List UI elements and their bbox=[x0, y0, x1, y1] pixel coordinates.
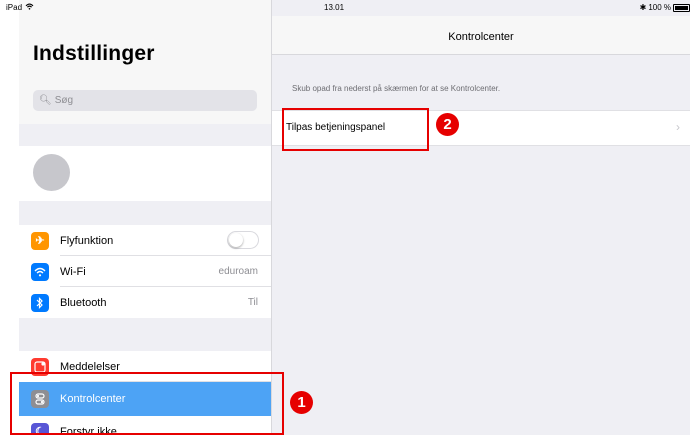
sidebar-item-label: Bluetooth bbox=[60, 296, 107, 309]
avatar bbox=[33, 154, 70, 191]
wifi-value: eduroam bbox=[218, 266, 258, 277]
sidebar-item-flyfunktion[interactable]: ✈ Flyfunktion bbox=[19, 225, 271, 256]
sidebar-item-label: Meddelelser bbox=[60, 360, 120, 373]
wifi-icon bbox=[31, 262, 49, 281]
status-device: iPad bbox=[6, 3, 34, 12]
hint-text: Skub opad fra nederst på skærmen for at … bbox=[292, 84, 501, 93]
page-title: Kontrolcenter bbox=[448, 31, 514, 43]
step-badge-2: 2 bbox=[436, 113, 459, 136]
detail-pane: Kontrolcenter Skub opad fra nederst på s… bbox=[272, 0, 690, 435]
search-placeholder: Søg bbox=[54, 95, 74, 106]
bluetooth-icon bbox=[31, 293, 49, 312]
chevron-right-icon: › bbox=[676, 120, 680, 134]
search-icon: 🔍︎ bbox=[39, 95, 52, 106]
battery-percent: 100 % bbox=[648, 3, 671, 12]
section-spacer bbox=[19, 124, 271, 146]
wifi-status-icon bbox=[25, 3, 34, 12]
status-time: 13.01 bbox=[324, 3, 345, 12]
sidebar-item-bluetooth[interactable]: Bluetooth Til bbox=[19, 287, 271, 318]
sidebar-title: Indstillinger bbox=[33, 42, 155, 65]
bluetooth-status-icon: ✱ bbox=[639, 3, 647, 12]
highlight-box-1 bbox=[10, 372, 284, 435]
bluetooth-value: Til bbox=[247, 297, 258, 308]
profile-row[interactable] bbox=[19, 146, 271, 201]
battery-icon bbox=[673, 3, 690, 12]
sidebar-item-label: Wi-Fi bbox=[60, 265, 86, 278]
toggle-knob bbox=[229, 233, 243, 247]
step-badge-1: 1 bbox=[290, 391, 313, 414]
status-right: ✱ 100 % bbox=[640, 3, 690, 12]
status-bar: 13.01 ✱ 100 % bbox=[19, 0, 690, 16]
ipad-screen: Indstillinger 🔍︎ Søg ✈ Flyfunktion Wi-Fi… bbox=[19, 0, 690, 435]
highlight-box-2 bbox=[282, 108, 429, 151]
sidebar-item-label: Flyfunktion bbox=[60, 234, 114, 247]
device-name: iPad bbox=[6, 3, 23, 12]
connectivity-group: ✈ Flyfunktion Wi-Fi eduroam Bluetooth Ti… bbox=[19, 225, 271, 318]
airplane-icon: ✈ bbox=[31, 231, 49, 250]
sidebar-item-wifi[interactable]: Wi-Fi eduroam bbox=[19, 256, 271, 287]
settings-sidebar: Indstillinger 🔍︎ Søg ✈ Flyfunktion Wi-Fi… bbox=[19, 0, 272, 435]
airplane-toggle[interactable] bbox=[227, 231, 259, 249]
section-spacer bbox=[19, 318, 271, 351]
section-spacer bbox=[19, 201, 271, 225]
search-input[interactable]: 🔍︎ Søg bbox=[33, 90, 257, 111]
